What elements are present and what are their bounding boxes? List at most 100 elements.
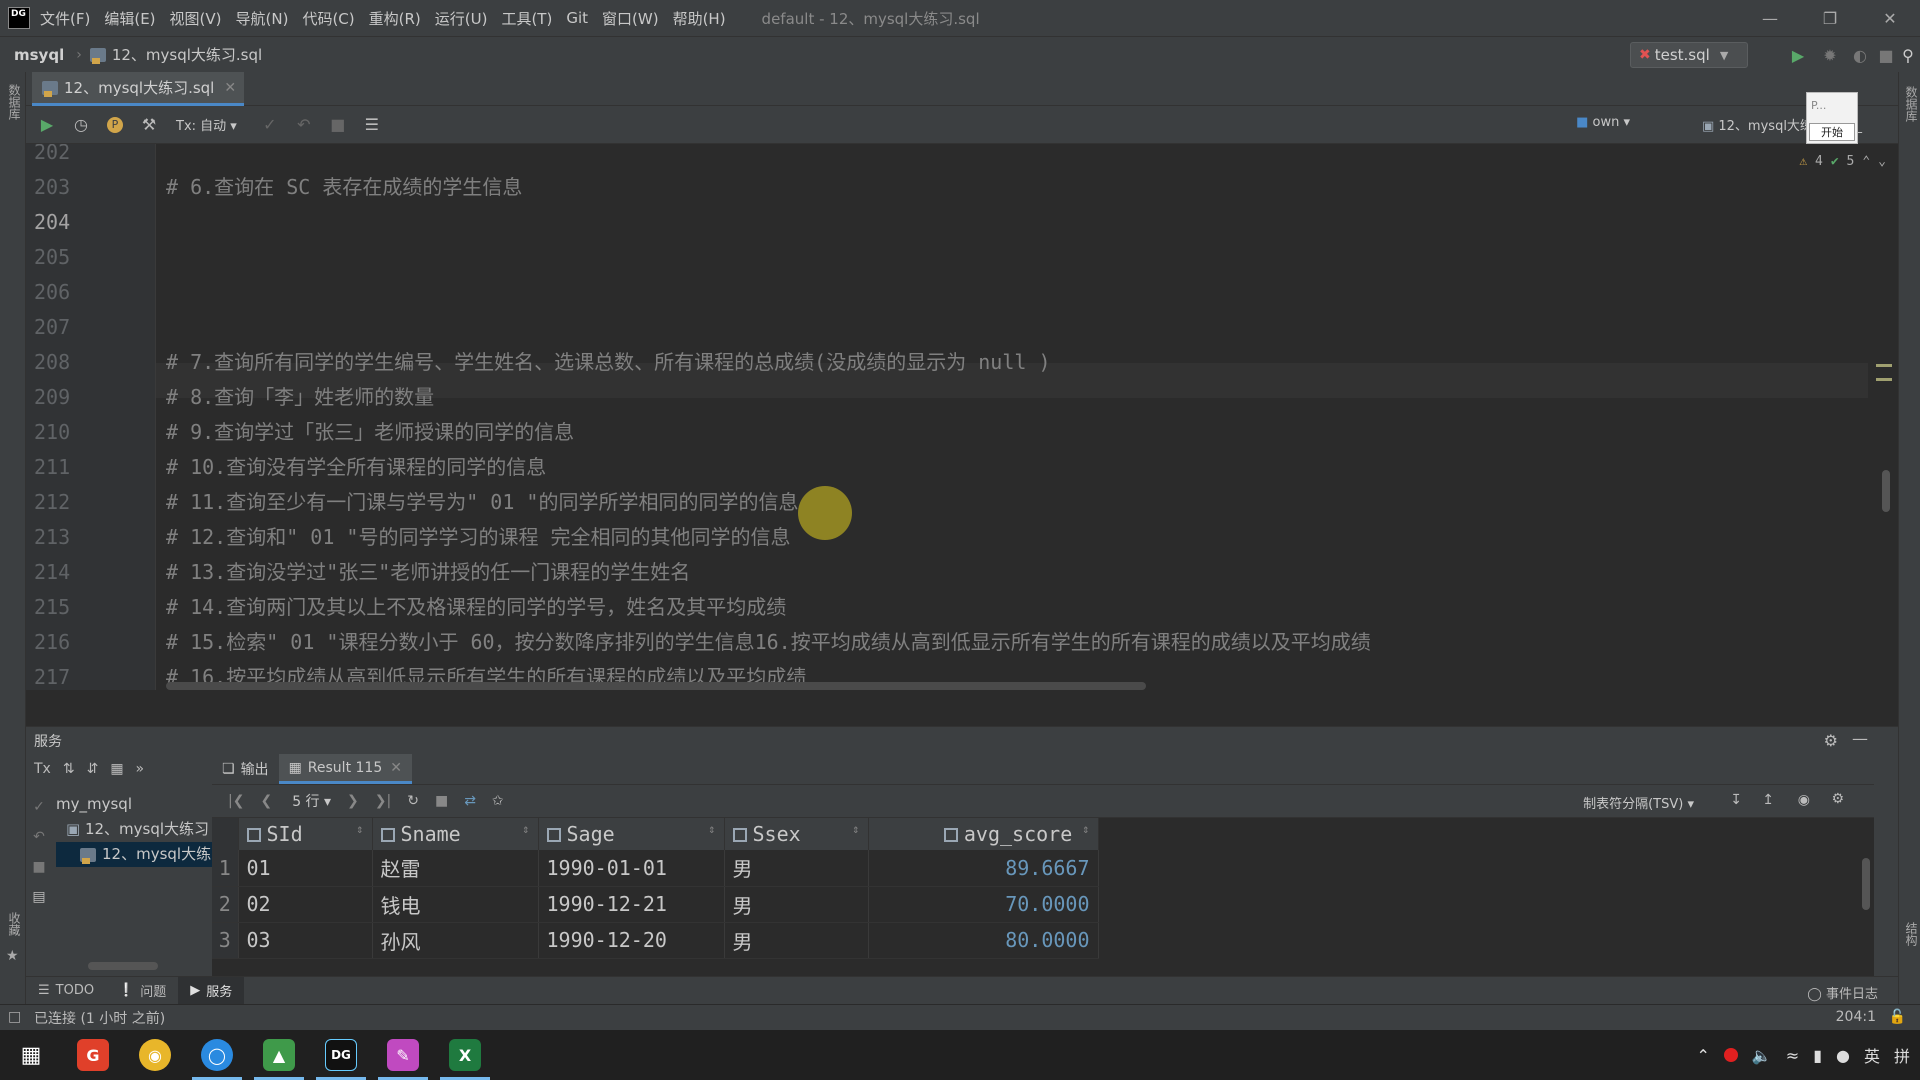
code-line[interactable]: # 10.查询没有学全所有课程的同学的信息 xyxy=(166,450,546,485)
run-configuration-select[interactable]: ✖ test.sql ▼ xyxy=(1630,42,1748,68)
search-icon[interactable]: ⚲ xyxy=(1898,45,1918,65)
table-cell[interactable]: 男 xyxy=(724,886,869,923)
compare-icon[interactable]: ⇄ xyxy=(464,793,476,809)
taskbar-app[interactable]: G xyxy=(62,1030,124,1080)
record-icon[interactable] xyxy=(1723,1048,1738,1062)
code-line[interactable]: # 13.查询没学过"张三"老师讲授的任一门课程的学生姓名 xyxy=(166,555,690,590)
taskbar-app[interactable]: ✎ xyxy=(372,1030,434,1080)
schema-select[interactable]: ■ own ▾ xyxy=(1576,115,1630,130)
taskbar-app[interactable]: ▲ xyxy=(248,1030,310,1080)
sort-icon[interactable]: ⇕ xyxy=(708,822,715,836)
menu-refactor[interactable]: 重构(R) xyxy=(369,8,421,29)
stop-icon[interactable]: ■ xyxy=(26,852,52,882)
gear-icon[interactable]: ⚙ xyxy=(1824,731,1838,750)
problems-tool-button[interactable]: ❕ 问题 xyxy=(106,977,178,1005)
stop-icon[interactable]: ■ xyxy=(435,793,448,809)
minimize-panel-icon[interactable]: — xyxy=(1852,729,1868,748)
sort-icon[interactable]: ⇕ xyxy=(356,822,363,836)
explain-plan-icon[interactable]: P xyxy=(102,112,128,138)
table-cell[interactable]: 男 xyxy=(724,850,869,887)
star-icon[interactable]: ★ xyxy=(6,948,19,964)
tab-output[interactable]: ❏ 输出 xyxy=(212,754,279,784)
breadcrumb-project[interactable]: msyql xyxy=(14,46,64,64)
battery-icon[interactable]: ▮ xyxy=(1813,1046,1822,1065)
debug-icon[interactable]: ✹ xyxy=(1820,45,1840,65)
taskbar-app[interactable]: DG xyxy=(310,1030,372,1080)
menu-help[interactable]: 帮助(H) xyxy=(673,8,726,29)
upload-icon[interactable]: ↥ xyxy=(1762,792,1774,808)
gear-icon[interactable]: ⚙ xyxy=(1831,791,1844,807)
group-icon[interactable]: ▦ xyxy=(110,761,123,777)
column-header[interactable]: Sname ⇕ xyxy=(372,818,539,850)
menu-tools[interactable]: 工具(T) xyxy=(501,8,552,29)
commit-icon[interactable]: ✓ xyxy=(26,792,52,822)
expand-all-icon[interactable]: ⇅ xyxy=(63,761,75,777)
table-cell[interactable]: 89.6667 xyxy=(868,850,1099,887)
code-line[interactable]: # 6.查询在 SC 表存在成绩的学生信息 xyxy=(166,170,522,205)
coverage-icon[interactable]: ◐ xyxy=(1850,45,1870,65)
breadcrumb-file[interactable]: 12、mysql大练习.sql xyxy=(89,44,262,65)
tab-result[interactable]: ▦ Result 115 ✕ xyxy=(278,754,412,784)
execute-icon[interactable]: ▶ xyxy=(34,112,60,138)
view-icon[interactable]: ◉ xyxy=(1798,792,1810,808)
table-cell[interactable]: 孙风 xyxy=(372,922,539,959)
tab-close-icon[interactable]: ✕ xyxy=(224,80,236,96)
editor-tab-active[interactable]: 12、mysql大练习.sql ✕ xyxy=(32,72,244,106)
table-cell[interactable]: 男 xyxy=(724,922,869,959)
page-size-select[interactable]: 5 行 ▾ xyxy=(292,791,331,811)
restore-icon[interactable]: ❐ xyxy=(1800,0,1860,36)
database-tool-window-label[interactable]: 数据库 xyxy=(6,84,23,120)
table-cell[interactable]: 赵雷 xyxy=(372,850,539,887)
editor-horizontal-scrollbar[interactable] xyxy=(166,682,1146,690)
commit-icon[interactable]: ✓ xyxy=(257,112,283,138)
favorites-tool-window-label[interactable]: 收藏 xyxy=(6,912,23,936)
grid-vertical-scrollbar[interactable] xyxy=(1862,858,1870,910)
tree-item-console[interactable]: ▣ 12、mysql大练习 xyxy=(56,817,236,842)
ime-mode[interactable]: 英 xyxy=(1864,1043,1880,1067)
table-row[interactable]: 1 01 赵雷 1990-01-01 男 89.6667 xyxy=(212,850,1099,887)
structure-panel-label[interactable]: 结构 xyxy=(1903,922,1920,946)
layout-toggle-icon[interactable]: □ xyxy=(8,1009,21,1025)
transaction-mode-select[interactable]: Tx: 自动 ▾ xyxy=(176,115,237,134)
start-button[interactable]: ▦ xyxy=(0,1030,62,1080)
minimize-icon[interactable]: — xyxy=(1740,0,1800,36)
start-button[interactable]: 开始 xyxy=(1809,123,1855,141)
next-page-icon[interactable]: ❯ xyxy=(347,793,359,809)
chevron-up-icon[interactable]: ⌃ xyxy=(1862,154,1870,169)
table-cell[interactable]: 70.0000 xyxy=(868,886,1099,923)
last-page-icon[interactable]: ❯| xyxy=(375,793,391,809)
rollback-icon[interactable]: ↶ xyxy=(26,822,52,852)
sort-icon[interactable]: ⇕ xyxy=(852,822,859,836)
more-icon[interactable]: » xyxy=(136,761,145,777)
todo-tool-button[interactable]: ☰ TODO xyxy=(26,977,106,1005)
column-header[interactable]: Ssex ⇕ xyxy=(724,818,869,850)
table-cell[interactable]: 1990-12-21 xyxy=(538,886,725,923)
taskbar-app[interactable]: X xyxy=(434,1030,496,1080)
caret-position[interactable]: 204:1 xyxy=(1836,1009,1876,1025)
menu-file[interactable]: 文件(F) xyxy=(40,8,90,29)
table-row[interactable]: 2 02 钱电 1990-12-21 男 70.0000 xyxy=(212,886,1099,923)
tx-label[interactable]: Tx xyxy=(34,761,51,777)
pin-icon[interactable]: ✩ xyxy=(492,793,504,809)
menu-window[interactable]: 窗口(W) xyxy=(602,8,659,29)
stop-icon[interactable]: ■ xyxy=(325,112,351,138)
inspection-widget[interactable]: ⚠ 4 ✔ 5 ⌃ ⌄ xyxy=(1799,154,1886,169)
column-header[interactable]: Sage ⇕ xyxy=(538,818,725,850)
tree-item-session[interactable]: 12、mysql大练习 xyxy=(56,842,236,867)
prev-page-icon[interactable]: ❮ xyxy=(260,793,272,809)
rollback-icon[interactable]: ↶ xyxy=(291,112,317,138)
menu-edit[interactable]: 编辑(E) xyxy=(104,8,155,29)
chevron-up-icon[interactable]: ⌃ xyxy=(1696,1046,1709,1065)
history-icon[interactable]: ◷ xyxy=(68,112,94,138)
code-line[interactable]: # 8.查询「李」姓老师的数量 xyxy=(166,380,434,415)
column-header[interactable]: avg_score ⇕ xyxy=(868,818,1099,850)
tree-scrollbar[interactable] xyxy=(88,962,158,970)
menu-code[interactable]: 代码(C) xyxy=(302,8,354,29)
stop-icon[interactable]: ■ xyxy=(1876,45,1896,65)
event-log-button[interactable]: ◯ 事件日志 xyxy=(1807,983,1878,1002)
output-layout-icon[interactable]: ☰ xyxy=(359,112,385,138)
table-cell[interactable]: 01 xyxy=(238,850,373,887)
table-cell[interactable]: 钱电 xyxy=(372,886,539,923)
tab-close-icon[interactable]: ✕ xyxy=(390,760,402,776)
wifi-icon[interactable]: ≈ xyxy=(1786,1046,1799,1065)
